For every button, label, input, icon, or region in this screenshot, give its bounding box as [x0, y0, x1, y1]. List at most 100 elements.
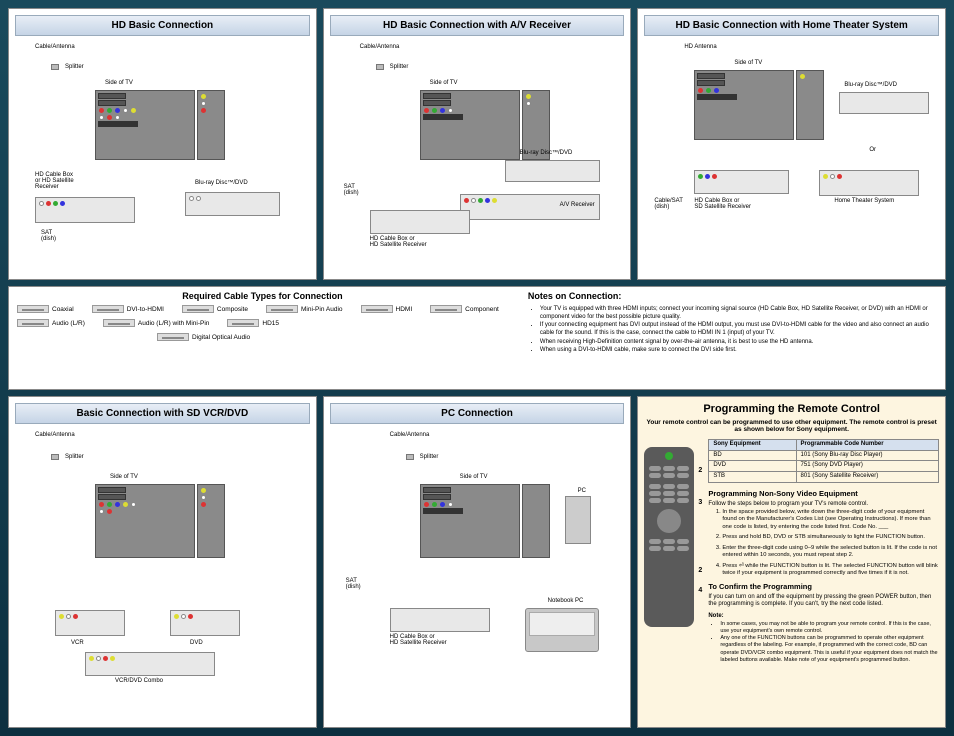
label-hts: Home Theater System: [834, 198, 894, 204]
label-hd-box2: HD Cable Box or HD Satellite Receiver: [370, 236, 427, 248]
label-hd-box: HD Cable Box or HD Satellite Receiver: [35, 172, 74, 190]
remote-control-icon: [644, 447, 694, 627]
label-bluray: Blu-ray Disc™/DVD: [844, 82, 897, 88]
tv-back-panel: [420, 90, 520, 160]
hd-box-icon: [390, 608, 490, 632]
step: In the space provided below, write down …: [722, 509, 939, 532]
cable-icon: [182, 305, 214, 313]
label-or: Or: [869, 147, 876, 153]
diagram-hd-av: Cable/Antenna Splitter Side of TV Blu-ra…: [330, 42, 625, 242]
hts-icon: [819, 170, 919, 196]
label-side-tv: Side of TV: [105, 80, 133, 86]
panel-hd-ht: HD Basic Connection with Home Theater Sy…: [637, 8, 946, 280]
page-grid: HD Basic Connection Cable/Antenna Splitt…: [8, 8, 946, 728]
label-splitter: Splitter: [65, 64, 84, 70]
label-splitter: Splitter: [420, 454, 439, 460]
label-av-receiver: A/V Receiver: [560, 202, 595, 208]
cable-item: Digital Optical Audio: [157, 333, 250, 341]
panel-programming: Programming the Remote Control Your remo…: [637, 396, 946, 728]
label-side-tv: Side of TV: [430, 80, 458, 86]
tv-back-panel: [95, 484, 195, 558]
label-pc: PC: [578, 488, 586, 494]
tv-back-panel: [95, 90, 195, 160]
note-heading: Note:: [708, 613, 939, 621]
cable-item: Coaxial: [17, 305, 74, 313]
label-side-tv: Side of TV: [734, 60, 762, 66]
hd-box-icon: [35, 197, 135, 223]
dvd-icon: [170, 610, 240, 636]
prog-h1: Programming Non-Sony Video Equipment: [708, 489, 939, 499]
bluray-icon: [505, 160, 600, 182]
label-hd-antenna: HD Antenna: [684, 44, 716, 50]
label-vcr: VCR: [71, 640, 84, 646]
prog-note: In some cases, you may not be able to pr…: [720, 621, 939, 635]
diagram-sd-vcr: Cable/Antenna Splitter Side of TV VCR DV…: [15, 430, 310, 690]
label-vcr-combo: VCR/DVD Combo: [115, 678, 163, 684]
cable-icon: [17, 305, 49, 313]
step: Press ⏎ while the FUNCTION button is lit…: [722, 563, 939, 578]
step: Enter the three-digit code using 0–9 whi…: [722, 545, 939, 560]
table-row: STB801 (Sony Satellite Receiver): [709, 472, 939, 483]
panel-title: HD Basic Connection with A/V Receiver: [330, 15, 625, 36]
notebook-icon: [525, 608, 599, 652]
diagram-hd-ht: HD Antenna Side of TV Blu-ray Disc™/DVD …: [644, 42, 939, 242]
label-sat: SAT (dish): [41, 230, 56, 242]
programming-content: Sony EquipmentProgrammable Code Number B…: [708, 439, 939, 664]
note-block: Note: In some cases, you may not be able…: [708, 613, 939, 664]
label-sd-box: HD Cable Box or SD Satellite Receiver: [694, 198, 751, 210]
prog-h2-text: If you can turn on and off the equipment…: [708, 594, 939, 610]
step: Press and hold BD, DVD or STB simultaneo…: [722, 534, 939, 542]
panel-title: HD Basic Connection with Home Theater Sy…: [644, 15, 939, 36]
cable-item: Audio (L/R): [17, 319, 85, 327]
hd-box-icon: [370, 210, 470, 234]
notes-list: Your TV is equipped with three HDMI inpu…: [540, 305, 937, 354]
label-sat: SAT (dish): [344, 184, 359, 196]
tv-back-panel: [420, 484, 520, 558]
note-item: If your connecting equipment has DVI out…: [540, 321, 937, 337]
tv-back-panel: [694, 70, 794, 140]
cables-title: Required Cable Types for Connection: [17, 291, 508, 301]
diagram-pc: Cable/Antenna Splitter Side of TV PC SAT…: [330, 430, 625, 690]
label-bluray: Blu-ray Disc™/DVD: [195, 180, 248, 186]
label-dvd: DVD: [190, 640, 203, 646]
cable-icon: [92, 305, 124, 313]
note-item: When receiving High-Definition content s…: [540, 338, 937, 346]
label-cable-antenna: Cable/Antenna: [360, 44, 400, 50]
notes-title: Notes on Connection:: [528, 291, 937, 301]
cables-notes-row: Required Cable Types for Connection Coax…: [8, 286, 946, 390]
callout: 3: [698, 499, 702, 506]
tv-side-panel: [197, 90, 225, 160]
label-cable-antenna: Cable/Antenna: [35, 44, 75, 50]
panel-title: Basic Connection with SD VCR/DVD: [15, 403, 310, 424]
cable-item: Component: [430, 305, 499, 313]
label-sat: SAT (dish): [346, 578, 361, 590]
label-side-tv: Side of TV: [110, 474, 138, 480]
pc-tower-icon: [565, 496, 591, 544]
programming-title: Programming the Remote Control: [644, 403, 939, 415]
table-header: Programmable Code Number: [796, 439, 938, 450]
prog-note: Any one of the FUNCTION buttons can be p…: [720, 635, 939, 664]
cable-item: DVI-to-HDMI: [92, 305, 164, 313]
tv-side-panel: [197, 484, 225, 558]
note-item: When using a DVI-to-HDMI cable, make sur…: [540, 346, 937, 354]
bluray-icon: [839, 92, 929, 114]
bluray-icon: [185, 192, 280, 216]
tv-side-panel: [796, 70, 824, 140]
vcr-combo-icon: [85, 652, 215, 676]
sd-box-icon: [694, 170, 789, 194]
cable-item: HD15: [227, 319, 279, 327]
cable-item: Composite: [182, 305, 248, 313]
panel-pc: PC Connection Cable/Antenna Splitter Sid…: [323, 396, 632, 728]
steps-list: In the space provided below, write down …: [722, 509, 939, 578]
panel-title: HD Basic Connection: [15, 15, 310, 36]
prog-h2: To Confirm the Programming: [708, 582, 939, 592]
cables-section: Required Cable Types for Connection Coax…: [17, 291, 508, 385]
panel-sd-vcr: Basic Connection with SD VCR/DVD Cable/A…: [8, 396, 317, 728]
cable-item: Audio (L/R) with Mini-Pin: [103, 319, 210, 327]
label-cable-antenna: Cable/Antenna: [35, 432, 75, 438]
cable-icon: [103, 319, 135, 327]
programming-subtitle: Your remote control can be programmed to…: [644, 419, 939, 433]
cable-icon: [430, 305, 462, 313]
table-row: DVD751 (Sony DVD Player): [709, 461, 939, 472]
cable-icon: [266, 305, 298, 313]
